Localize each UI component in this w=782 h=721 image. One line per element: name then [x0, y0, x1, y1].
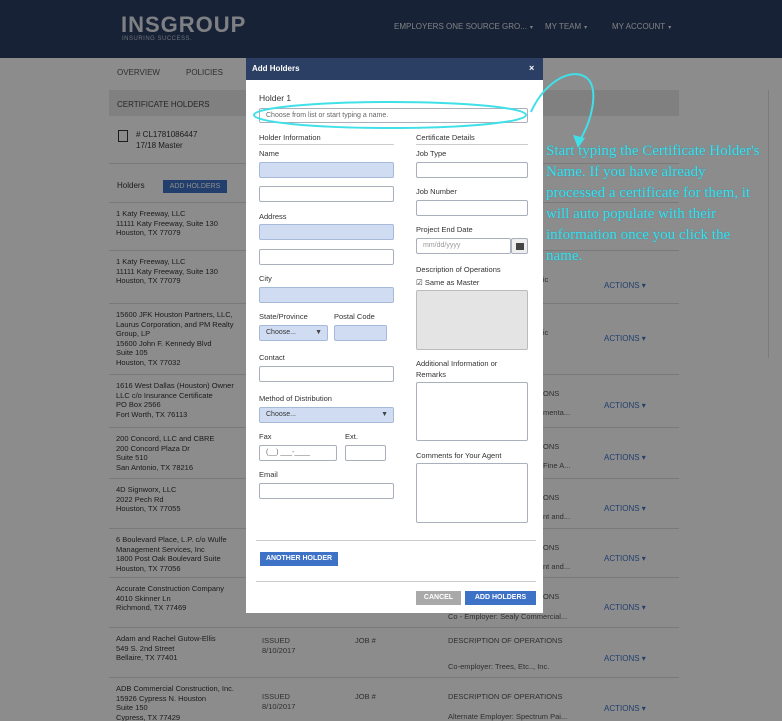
annotation-overlay — [253, 73, 595, 148]
annotation-arrow — [530, 73, 595, 141]
annotation-ellipse — [253, 101, 527, 129]
annotation-text: Start typing the Certificate Holder's Na… — [546, 143, 760, 264]
